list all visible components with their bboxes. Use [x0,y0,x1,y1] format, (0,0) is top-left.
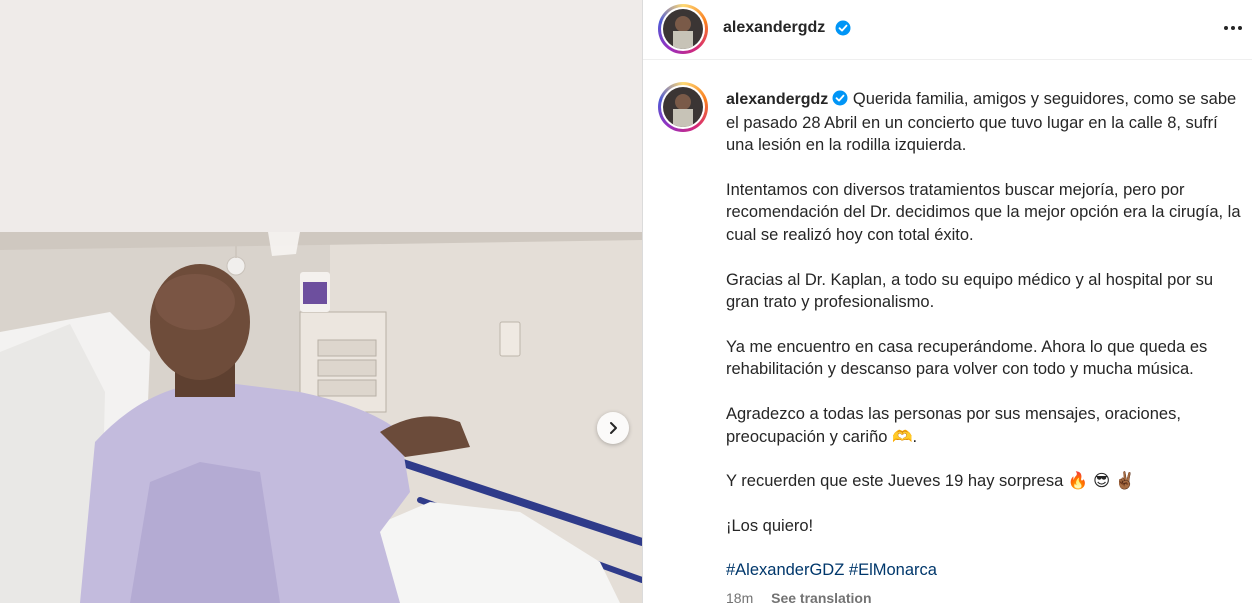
caption-paragraph: Ya me encuentro en casa recuperándome. A… [726,337,1208,379]
verified-badge-icon [832,90,848,106]
verified-badge-icon [835,20,851,36]
post-meta: 18m See translation [726,590,872,603]
caption-avatar[interactable] [658,82,708,132]
post-header: alexandergdz [643,0,1252,60]
caption-paragraph: Intentamos con diversos tratamientos bus… [726,180,1241,244]
more-options-icon [1224,26,1228,30]
avatar-image [663,9,703,49]
next-photo-button[interactable] [597,412,629,444]
caption-text: alexandergdz Querida familia, amigos y s… [726,88,1241,582]
post-timestamp: 18m [726,590,754,603]
author-avatar[interactable] [658,4,708,54]
author-username[interactable]: alexandergdz [723,19,825,37]
see-translation-link[interactable]: See translation [771,590,871,603]
more-options-button[interactable] [1221,16,1245,40]
media-background [0,0,642,232]
post-media[interactable] [0,0,642,603]
hashtag-link[interactable]: #AlexanderGDZ [726,561,844,579]
caption-paragraph: Y recuerden que este Jueves 19 hay sorpr… [726,472,1136,491]
hashtag-link[interactable]: #ElMonarca [849,561,937,579]
caption-paragraph: ¡Los quiero! [726,516,814,535]
caption-paragraph: Gracias al Dr. Kaplan, a todo su equipo … [726,270,1214,312]
post-photo [0,232,642,603]
caption-paragraph: Agradezco a todas las personas por sus m… [726,404,1181,446]
post-details-panel: alexandergdz alexandergdz Querida famili… [642,0,1252,603]
caption-username[interactable]: alexandergdz [726,91,828,108]
chevron-right-icon [610,422,617,434]
avatar-image [663,87,703,127]
